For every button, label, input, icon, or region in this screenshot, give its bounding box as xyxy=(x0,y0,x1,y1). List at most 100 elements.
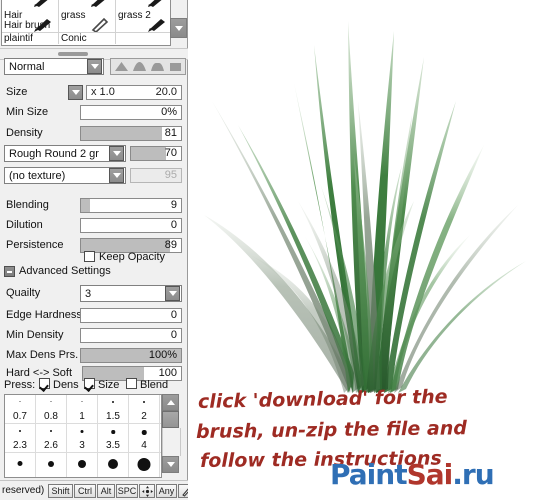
chevron-down-icon[interactable] xyxy=(165,286,180,301)
watermark-part-2: Sai xyxy=(406,458,454,491)
canvas-area[interactable]: click 'download' for the brush, un-zip t… xyxy=(188,0,540,500)
size-preset-row[interactable]: 0.7 0.8 1 1.5 2 xyxy=(5,395,161,424)
chevron-down-icon[interactable] xyxy=(109,146,124,161)
size-preset-cell[interactable]: 0.8 xyxy=(36,395,67,423)
spc-key-indicator[interactable]: SPC xyxy=(116,484,138,498)
square-shape-button[interactable] xyxy=(168,61,183,72)
splitter-grip[interactable] xyxy=(58,52,88,56)
density-label: Density xyxy=(6,127,43,139)
size-preset-cell[interactable]: 3.5 xyxy=(98,424,129,452)
size-preset-cell[interactable]: 1.5 xyxy=(98,395,129,423)
brush-label: grass xyxy=(61,10,86,21)
alt-key-indicator[interactable]: Alt xyxy=(97,484,115,498)
quality-select[interactable]: 3 xyxy=(80,285,182,302)
size-preset-grid[interactable]: 0.7 0.8 1 1.5 2 2.3 2.6 3 3.5 4 xyxy=(4,394,162,478)
brush-cell[interactable] xyxy=(2,0,59,10)
brush-shape-presets[interactable] xyxy=(110,58,186,75)
brush-item-hair[interactable]: Hair Hair brush xyxy=(2,10,59,33)
blotmap-select[interactable]: Rough Round 2 gr xyxy=(4,145,126,162)
size-preset-cell[interactable]: 1 xyxy=(67,395,98,423)
min-density-label: Min Density xyxy=(6,329,64,341)
triangle-shape-button[interactable] xyxy=(114,61,129,72)
size-preset-cell[interactable] xyxy=(36,453,67,477)
size-preset-cell[interactable] xyxy=(5,453,36,477)
size-preset-cell[interactable]: 0.7 xyxy=(5,395,36,423)
texture-value-number: 95 xyxy=(164,169,177,181)
keep-opacity-checkbox[interactable] xyxy=(84,251,95,262)
size-multiplier: x 1.0 xyxy=(91,86,115,98)
min-density-slider[interactable]: 0 xyxy=(80,328,182,343)
size-dropdown-button[interactable] xyxy=(68,85,83,100)
brush-cell[interactable] xyxy=(116,33,170,44)
pressure-size-checkbox[interactable] xyxy=(84,378,95,389)
advanced-settings-collapse-toggle[interactable] xyxy=(4,266,15,277)
chevron-down-icon[interactable] xyxy=(87,59,102,74)
size-preset-cell[interactable] xyxy=(129,453,160,477)
blending-value: 9 xyxy=(170,199,177,211)
size-label: Size xyxy=(6,86,28,98)
size-preset-cell[interactable]: 2 xyxy=(129,395,160,423)
brush-row-partial-bottom[interactable]: plaintif Conic xyxy=(2,33,170,44)
brush-cell[interactable] xyxy=(59,0,116,10)
size-preset-label: 2 xyxy=(141,411,147,422)
move-icon[interactable] xyxy=(139,484,155,498)
size-preset-cell[interactable] xyxy=(98,453,129,477)
size-grid-scroll-thumb[interactable] xyxy=(162,411,179,428)
size-grid-scroll-track[interactable] xyxy=(162,428,181,456)
edge-hardness-slider[interactable]: 0 xyxy=(80,308,182,323)
size-grid-scrollbar[interactable] xyxy=(162,394,181,478)
brush-cell[interactable]: plaintif xyxy=(2,33,59,44)
size-preset-label: 4 xyxy=(141,440,147,451)
pressure-dens-checkbox[interactable] xyxy=(39,378,50,389)
brush-selector-grid[interactable]: Hair Hair brush grass grass 2 Grass xyxy=(1,0,171,46)
brush-row-partial-top[interactable] xyxy=(2,0,170,10)
pencil-icon xyxy=(91,17,109,32)
size-field[interactable]: x 1.0 20.0 xyxy=(86,85,182,100)
chevron-up-icon xyxy=(166,400,175,405)
bell-shape-button[interactable] xyxy=(132,61,147,72)
persistence-label: Persistence xyxy=(6,239,64,251)
brush-settings-panel: Hair Hair brush grass grass 2 Grass xyxy=(0,0,195,500)
size-preset-row[interactable] xyxy=(5,453,161,477)
any-key-indicator[interactable]: Any xyxy=(156,484,177,498)
texture-select[interactable]: (no texture) xyxy=(4,167,126,184)
brush-row-main[interactable]: Hair Hair brush grass grass 2 Grass xyxy=(2,10,170,33)
size-preset-cell[interactable]: 4 xyxy=(129,424,160,452)
brush-grid-scrollbar[interactable] xyxy=(170,18,187,40)
brush-item-grass[interactable]: grass xyxy=(59,10,116,33)
pen-icon xyxy=(91,0,105,7)
size-preset-label: 3 xyxy=(79,440,85,451)
ctrl-key-indicator[interactable]: Ctrl xyxy=(74,484,96,498)
persistence-value: 89 xyxy=(164,239,177,251)
size-grid-scroll-down-button[interactable] xyxy=(162,456,179,473)
size-preset-cell[interactable] xyxy=(67,453,98,477)
brush-cell[interactable]: Conic xyxy=(59,33,116,44)
brush-label: Conic xyxy=(61,33,87,44)
blend-mode-select[interactable]: Normal xyxy=(4,58,104,75)
pen-icon xyxy=(148,0,162,7)
size-preset-cell[interactable]: 2.6 xyxy=(36,424,67,452)
hard-soft-value: 100 xyxy=(158,367,177,379)
size-preset-label: 0.7 xyxy=(13,411,27,422)
max-dens-prs-slider[interactable]: 100% xyxy=(80,348,182,363)
min-size-slider[interactable]: 0% xyxy=(80,105,182,120)
brush-grid-scroll-down-button[interactable] xyxy=(170,18,187,38)
dilution-slider[interactable]: 0 xyxy=(80,218,182,233)
shift-key-indicator[interactable]: Shift xyxy=(48,484,73,498)
flat-top-shape-button[interactable] xyxy=(150,61,165,72)
size-preset-row[interactable]: 2.3 2.6 3 3.5 4 xyxy=(5,424,161,453)
blending-slider[interactable]: 9 xyxy=(80,198,182,213)
brush-item-grass-2[interactable]: grass 2 xyxy=(116,10,170,33)
pressure-blend-checkbox[interactable] xyxy=(126,378,137,389)
pressure-dens-label: Dens xyxy=(53,379,79,391)
size-preset-cell[interactable]: 3 xyxy=(67,424,98,452)
pen-icon xyxy=(148,19,165,32)
density-slider[interactable]: 81 xyxy=(80,126,182,141)
size-grid-scroll-up-button[interactable] xyxy=(162,394,179,411)
blotmap-slider[interactable]: 70 xyxy=(130,146,182,161)
size-preset-cell[interactable]: 2.3 xyxy=(5,424,36,452)
grass-illustration xyxy=(204,21,526,393)
brush-cell[interactable] xyxy=(116,0,170,10)
chevron-down-icon[interactable] xyxy=(109,168,124,183)
texture-value: (no texture) xyxy=(9,169,66,182)
